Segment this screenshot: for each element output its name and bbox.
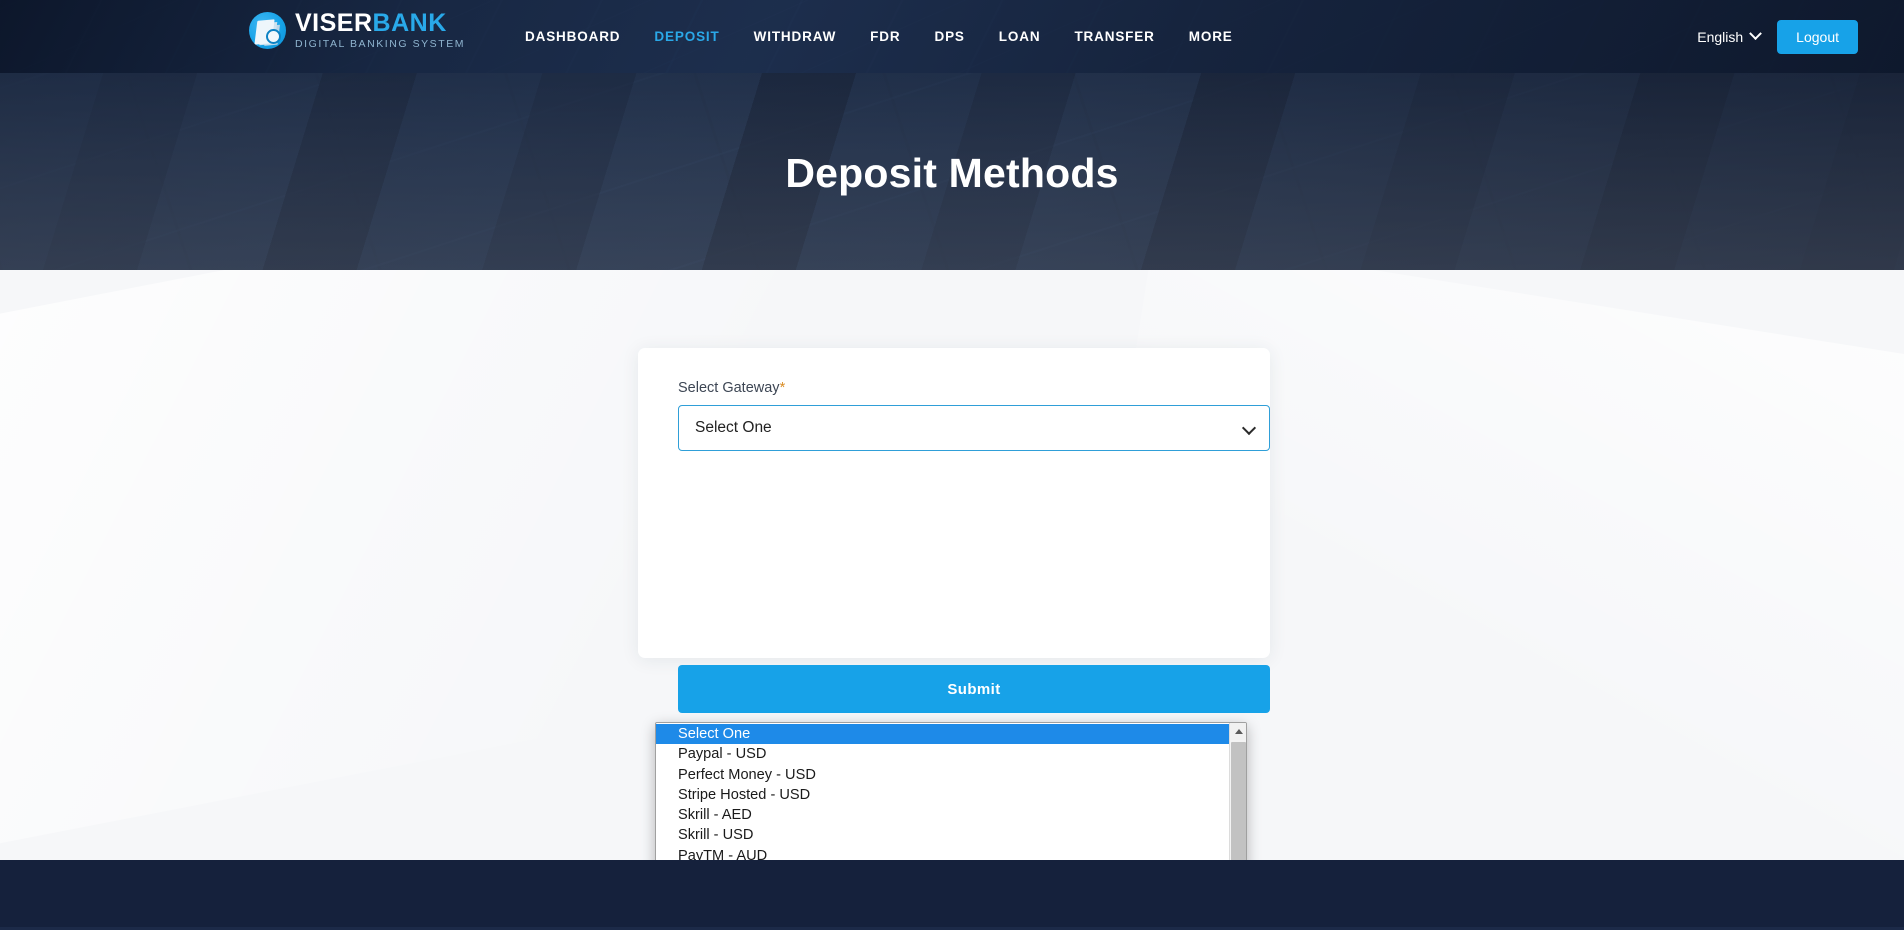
page-root: Deposit Methods VISERBANK DIGITAL BANKIN… <box>0 0 1904 930</box>
chevron-down-icon <box>1241 420 1257 436</box>
nav-item-dashboard[interactable]: DASHBOARD <box>508 0 637 73</box>
site-footer <box>0 860 1904 930</box>
gateway-label-text: Select Gateway <box>678 380 780 396</box>
dropdown-option[interactable]: Skrill - AED <box>656 805 1229 825</box>
nav-item-dps[interactable]: DPS <box>917 0 981 73</box>
brand-text: VISERBANK DIGITAL BANKING SYSTEM <box>295 11 465 50</box>
main-navigation: DASHBOARD DEPOSIT WITHDRAW FDR DPS LOAN TRANSF… <box>508 0 1250 73</box>
nav-item-deposit[interactable]: DEPOSIT <box>637 0 736 73</box>
language-label: English <box>1697 28 1744 45</box>
site-header: VISERBANK DIGITAL BANKING SYSTEM DASHBOA… <box>0 0 1904 73</box>
main-content: Select Gateway* Select One Submit Select… <box>0 270 1904 860</box>
brand-name: VISERBANK <box>295 11 465 36</box>
brand-name-part2: BANK <box>372 9 447 37</box>
logout-button[interactable]: Logout <box>1777 19 1858 54</box>
gateway-option-list[interactable]: Select One Paypal - USD Perfect Money - US… <box>656 723 1229 860</box>
required-asterisk: * <box>779 380 786 396</box>
gateway-select[interactable]: Select One <box>678 405 1270 451</box>
gateway-select-value: Select One <box>695 419 772 436</box>
nav-item-loan[interactable]: LOAN <box>982 0 1058 73</box>
nav-item-fdr[interactable]: FDR <box>853 0 917 73</box>
gateway-field-label: Select Gateway* <box>678 380 1230 396</box>
viserbank-coins-logo-icon <box>249 11 286 49</box>
deposit-form-card: Select Gateway* Select One Submit <box>638 348 1270 713</box>
chevron-down-icon <box>1749 27 1763 41</box>
brand-tagline: DIGITAL BANKING SYSTEM <box>295 38 466 50</box>
scrollbar-thumb[interactable] <box>1231 742 1246 860</box>
page-title: Deposit Methods <box>785 150 1119 196</box>
language-selector[interactable]: English <box>1697 27 1763 45</box>
brand-name-part1: VISER <box>295 9 373 37</box>
header-right-actions: English Logout <box>1697 0 1858 73</box>
dropdown-option[interactable]: Select One <box>656 724 1229 745</box>
scroll-up-arrow-icon[interactable] <box>1230 723 1246 740</box>
brand-logo[interactable]: VISERBANK DIGITAL BANKING SYSTEM <box>249 11 465 50</box>
dropdown-option[interactable]: Paypal - USD <box>656 744 1229 764</box>
dropdown-option[interactable]: PayTM - AUD <box>656 846 1229 860</box>
submit-button[interactable]: Submit <box>678 665 1270 713</box>
nav-item-withdraw[interactable]: WITHDRAW <box>737 0 854 73</box>
dropdown-option[interactable]: Skrill - USD <box>656 825 1229 845</box>
nav-item-transfer[interactable]: TRANSFER <box>1057 0 1171 73</box>
gateway-dropdown-popup[interactable]: Select One Paypal - USD Perfect Money - US… <box>655 722 1247 860</box>
dropdown-option[interactable]: Perfect Money - USD <box>656 765 1229 785</box>
nav-item-more[interactable]: MORE <box>1172 0 1250 73</box>
dropdown-scrollbar[interactable] <box>1229 723 1246 860</box>
dropdown-option[interactable]: Stripe Hosted - USD <box>656 785 1229 805</box>
